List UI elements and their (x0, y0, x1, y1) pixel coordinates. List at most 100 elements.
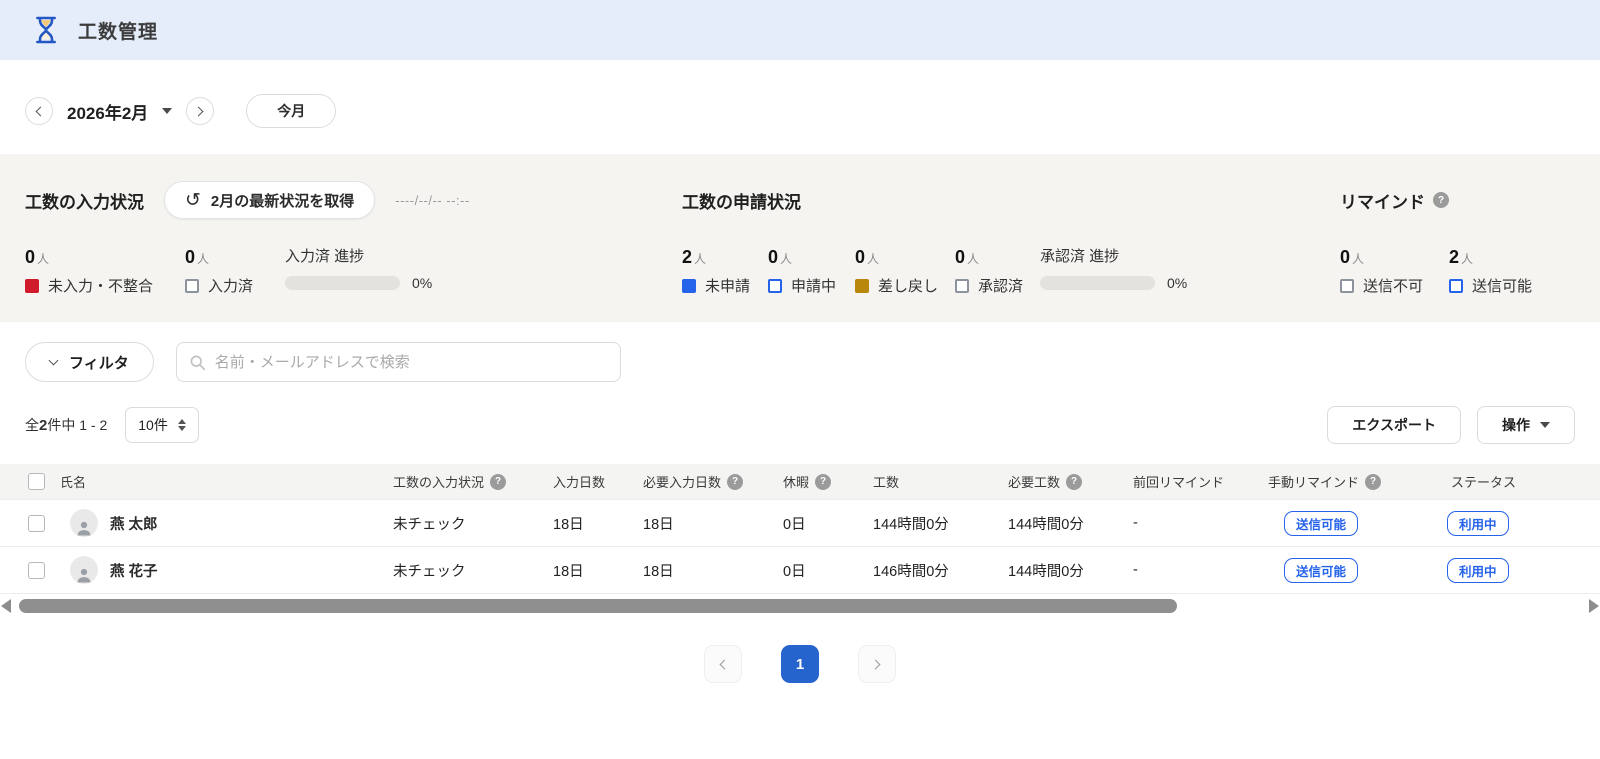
stat-count: 2 (682, 247, 693, 267)
prev-page-button[interactable] (704, 645, 742, 683)
avatar (70, 509, 98, 537)
person-icon (77, 521, 91, 536)
column-header-name: 氏名 (52, 464, 385, 500)
month-selector[interactable]: 2026年2月 (67, 99, 173, 124)
page-title: 工数管理 (78, 21, 159, 43)
stat-unit: 人 (197, 251, 210, 266)
cell-last-remind: - (1125, 499, 1260, 547)
actions-button[interactable]: 操作 (1477, 406, 1575, 444)
scroll-left-arrow-icon[interactable] (1, 599, 11, 613)
stat-requesting: 0人 申請中 (768, 236, 855, 296)
column-header-input-days: 入力日数 (545, 464, 635, 500)
stat-cannot-send: 0人 送信不可 (1340, 236, 1449, 296)
next-page-button[interactable] (858, 645, 896, 683)
help-icon[interactable]: ? (1433, 192, 1449, 208)
avatar (70, 556, 98, 584)
next-month-button[interactable] (186, 97, 215, 125)
last-refresh-timestamp: ----/--/-- --:-- (395, 192, 470, 208)
gray-outline-swatch-icon (955, 278, 969, 293)
stat-unit: 人 (967, 251, 980, 266)
help-icon[interactable]: ? (490, 473, 507, 490)
column-header-manual-remind: 手動リマインド? (1260, 464, 1415, 500)
stat-count: 2 (1449, 247, 1460, 267)
scroll-right-arrow-icon[interactable] (1589, 599, 1599, 613)
send-remind-badge[interactable]: 送信可能 (1284, 510, 1359, 536)
column-header-status: ステータス (1415, 464, 1600, 500)
table-row[interactable]: 燕 花子 未チェック 18日 18日 0日 146時間0分 144時間0分 - … (0, 546, 1600, 594)
help-icon[interactable]: ? (1066, 473, 1083, 490)
column-header-hours: 工数 (865, 464, 1000, 500)
current-month-label: 2026年2月 (67, 103, 149, 123)
stat-label: 申請中 (791, 278, 837, 295)
progress-label: 入力済 進捗 (285, 248, 365, 265)
chevron-left-icon (719, 659, 730, 669)
hourglass-icon (30, 13, 62, 47)
help-icon[interactable]: ? (1365, 473, 1382, 490)
chevron-left-icon (35, 106, 46, 116)
stat-sent-back: 0人 差し戻し (855, 236, 955, 296)
progress-bar (285, 276, 400, 290)
approval-progress: 承認済 進捗 0% (1040, 236, 1187, 296)
page-size-select[interactable]: 10件 (125, 407, 199, 443)
cell-hours: 146時間0分 (865, 546, 1000, 594)
column-header-input-status: 工数の入力状況? (385, 464, 545, 500)
stat-label: 承認済 (978, 278, 1024, 295)
export-button[interactable]: エクスポート (1327, 406, 1461, 444)
stat-count: 0 (768, 247, 779, 267)
table-row[interactable]: 燕 太郎 未チェック 18日 18日 0日 144時間0分 144時間0分 - … (0, 499, 1600, 547)
stat-count: 0 (25, 247, 36, 267)
member-name: 燕 太郎 (110, 516, 158, 533)
table-header-row: 氏名 工数の入力状況? 入力日数 必要入力日数? 休暇? 工数 必要工数? 前回… (0, 464, 1600, 500)
cell-vacation: 0日 (775, 499, 865, 547)
scrollbar-track[interactable] (11, 599, 1589, 613)
row-checkbox[interactable] (28, 561, 45, 579)
progress-bar (1040, 276, 1155, 290)
stat-approved: 0人 承認済 (955, 236, 1040, 296)
stat-count: 0 (185, 247, 196, 267)
stat-not-entered: 0人 未入力・不整合 (25, 236, 185, 296)
current-page-button[interactable]: 1 (781, 645, 819, 683)
search-input[interactable] (175, 342, 621, 382)
prev-month-button[interactable] (25, 97, 53, 125)
stat-count: 0 (955, 247, 966, 267)
stepper-icon (177, 419, 186, 431)
input-status-section: 工数の入力状況 ↺ 2月の最新状況を取得 ----/--/-- --:-- 0人… (25, 180, 682, 322)
row-checkbox[interactable] (28, 514, 45, 532)
scrollbar-thumb[interactable] (19, 599, 1177, 613)
stat-count: 0 (1340, 247, 1351, 267)
gold-swatch-icon (855, 278, 869, 293)
members-table: 氏名 工数の入力状況? 入力日数 必要入力日数? 休暇? 工数 必要工数? 前回… (0, 464, 1600, 594)
chevron-right-icon (870, 659, 881, 669)
gray-outline-swatch-icon (1340, 278, 1354, 293)
status-badge: 利用中 (1447, 557, 1509, 583)
column-header-last-remind: 前回リマインド (1125, 464, 1260, 500)
cell-required-days: 18日 (635, 499, 775, 547)
refresh-status-button[interactable]: ↺ 2月の最新状況を取得 (164, 181, 376, 219)
stat-entered: 0人 入力済 (185, 236, 285, 296)
stat-unit: 人 (1461, 251, 1474, 266)
today-button[interactable]: 今月 (246, 94, 337, 128)
help-icon[interactable]: ? (815, 473, 832, 490)
status-panel: 工数の入力状況 ↺ 2月の最新状況を取得 ----/--/-- --:-- 0人… (0, 154, 1600, 322)
send-remind-badge[interactable]: 送信可能 (1284, 557, 1359, 583)
help-icon[interactable]: ? (727, 473, 744, 490)
stat-unit: 人 (37, 251, 50, 266)
stat-label: 未入力・不整合 (48, 278, 154, 295)
stat-count: 0 (855, 247, 866, 267)
stat-can-send: 2人 送信可能 (1449, 236, 1558, 296)
stat-unit: 人 (780, 251, 793, 266)
red-swatch-icon (25, 278, 39, 293)
actions-button-label: 操作 (1502, 417, 1530, 433)
stat-unit: 人 (694, 251, 707, 266)
chevron-right-icon (193, 106, 204, 116)
select-all-checkbox[interactable] (28, 473, 45, 490)
progress-percent: 0% (412, 275, 433, 291)
progress-percent: 0% (1167, 275, 1188, 291)
stat-label: 入力済 (208, 278, 254, 295)
list-controls: 全2件中 1 - 2 10件 エクスポート 操作 (25, 406, 1575, 444)
cell-required-hours: 144時間0分 (1000, 546, 1125, 594)
cell-required-hours: 144時間0分 (1000, 499, 1125, 547)
cell-vacation: 0日 (775, 546, 865, 594)
filter-button[interactable]: フィルタ (25, 342, 154, 382)
request-status-section: 工数の申請状況 2人 未申請 0人 申請中 0人 差し戻し 0人 承認済 承認済… (682, 180, 1340, 322)
